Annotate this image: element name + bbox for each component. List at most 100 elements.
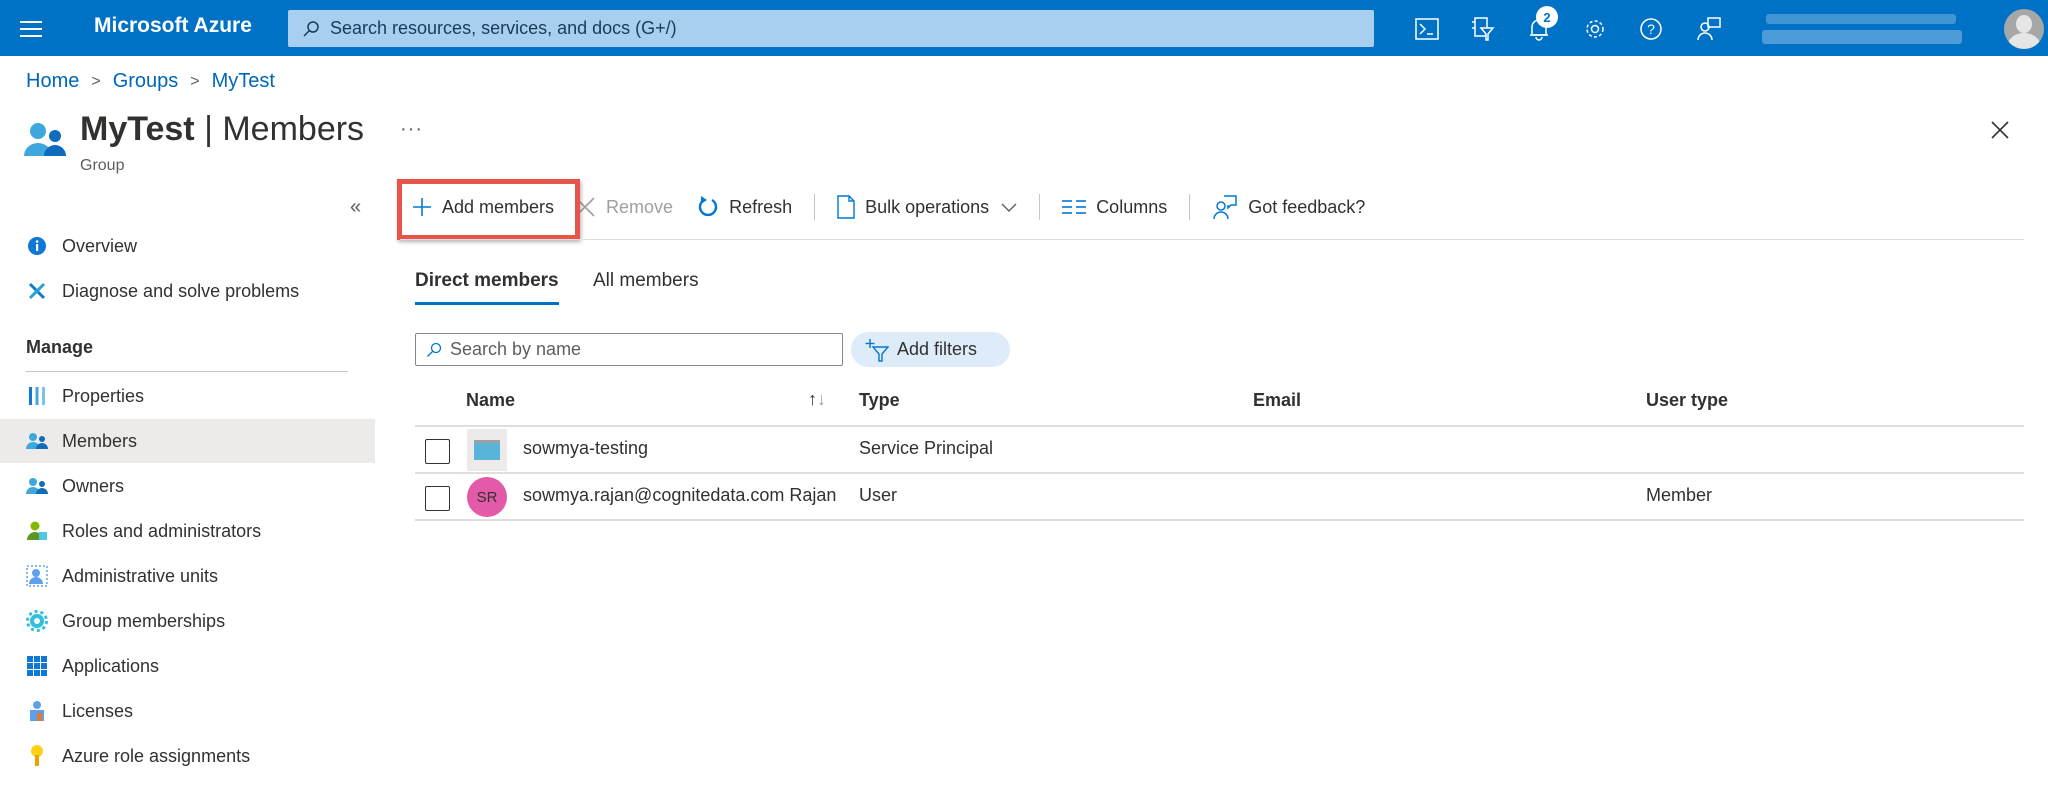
sort-icon[interactable]: ↑↓ [808, 389, 826, 410]
members-icon [26, 430, 48, 452]
admin-units-icon [26, 565, 48, 587]
column-header-user-type[interactable]: User type [1646, 390, 1728, 411]
sidebar-section-manage: Manage [26, 337, 94, 357]
breadcrumb-mytest[interactable]: MyTest [212, 70, 275, 93]
sidebar-item-label: Members [62, 430, 138, 451]
row-checkbox[interactable] [425, 486, 450, 511]
sidebar-item-label: Azure role assignments [62, 745, 251, 766]
feedback-icon[interactable] [1694, 14, 1724, 44]
member-name[interactable]: sowmya-testing [523, 438, 648, 459]
close-icon[interactable] [1988, 118, 2012, 142]
divider [26, 371, 348, 372]
cloud-shell-icon[interactable] [1412, 14, 1442, 44]
chevron-right-icon: > [190, 72, 200, 90]
service-principal-icon [467, 429, 507, 471]
licenses-icon [26, 700, 48, 722]
refresh-icon [697, 196, 719, 218]
sidebar-item-group-memberships[interactable]: Group memberships [0, 599, 375, 643]
columns-button[interactable]: Columns [1050, 185, 1179, 229]
roles-icon [26, 520, 48, 542]
applications-icon [26, 655, 48, 677]
sidebar-item-label: Administrative units [62, 565, 219, 586]
global-search-placeholder: Search resources, services, and docs (G+… [330, 18, 677, 38]
row-checkbox[interactable] [425, 439, 450, 464]
divider [1189, 194, 1191, 220]
account-avatar[interactable] [2004, 9, 2044, 49]
sidebar-item-applications[interactable]: Applications [0, 644, 375, 688]
collapse-sidebar-button[interactable]: « [350, 196, 361, 219]
breadcrumb: Home > Groups > MyTest [26, 70, 275, 93]
member-name[interactable]: sowmya.rajan@cognitedata.com Rajan [523, 485, 836, 506]
sidebar-item-overview[interactable]: Overview [0, 224, 375, 268]
add-filter-icon [865, 338, 889, 362]
directory-filter-icon[interactable] [1468, 14, 1498, 44]
feedback-icon [1212, 194, 1238, 220]
sidebar-item-licenses[interactable]: Licenses [0, 689, 375, 733]
chevron-down-icon [1001, 197, 1017, 218]
add-members-button[interactable]: Add members [400, 185, 566, 229]
remove-button[interactable]: Remove [562, 185, 685, 229]
divider [415, 519, 2024, 521]
table-row[interactable]: SR sowmya.rajan@cognitedata.com Rajan Us… [415, 474, 2024, 520]
user-avatar: SR [467, 477, 507, 517]
active-tab-indicator [415, 302, 559, 305]
tab-direct-members[interactable]: Direct members [415, 270, 559, 292]
sidebar-item-members[interactable]: Members [0, 419, 375, 463]
sidebar-item-label: Roles and administrators [62, 520, 262, 541]
refresh-button[interactable]: Refresh [685, 185, 804, 229]
sidebar-item-label: Properties [62, 385, 145, 406]
info-icon [26, 235, 48, 257]
member-type: User [859, 485, 898, 505]
brand-title[interactable]: Microsoft Azure [94, 14, 252, 38]
wrench-icon [26, 280, 48, 302]
account-info[interactable] [1762, 12, 1962, 48]
search-icon [427, 342, 442, 357]
sidebar-item-properties[interactable]: Properties [0, 374, 375, 418]
sidebar-item-admin-units[interactable]: Administrative units [0, 554, 375, 598]
notification-badge: 2 [1536, 6, 1558, 28]
tab-all-members[interactable]: All members [593, 270, 699, 292]
owners-icon [26, 475, 48, 497]
column-header-email[interactable]: Email [1253, 390, 1301, 411]
column-header-type[interactable]: Type [859, 390, 900, 411]
svg-text:?: ? [1647, 21, 1655, 37]
feedback-button[interactable]: Got feedback? [1200, 185, 1377, 229]
group-memberships-icon [26, 610, 48, 632]
sidebar-item-label: Diagnose and solve problems [62, 280, 300, 301]
settings-icon[interactable] [1580, 14, 1610, 44]
sidebar-item-label: Owners [62, 475, 125, 496]
group-icon [24, 122, 68, 158]
search-by-name-input[interactable] [450, 339, 830, 360]
menu-icon[interactable] [18, 16, 44, 40]
breadcrumb-groups[interactable]: Groups [113, 70, 179, 93]
more-options-button[interactable]: ··· [400, 118, 423, 141]
search-icon [303, 20, 319, 37]
sidebar-item-owners[interactable]: Owners [0, 464, 375, 508]
global-search-input[interactable]: Search resources, services, and docs (G+… [288, 10, 1374, 47]
sidebar-item-label: Licenses [62, 700, 134, 721]
bulk-operations-button[interactable]: Bulk operations [825, 185, 1029, 229]
page-subtitle: Group [80, 157, 125, 174]
breadcrumb-home[interactable]: Home [26, 70, 79, 93]
command-bar: Add members Remove Refresh Bulk operatio… [400, 176, 1377, 238]
chevron-right-icon: > [91, 72, 101, 90]
sidebar-item-azure-role-assignments[interactable]: Azure role assignments [0, 734, 375, 778]
columns-icon [1062, 199, 1087, 215]
member-user-type: Member [1646, 485, 1713, 505]
sidebar-item-diagnose[interactable]: Diagnose and solve problems [0, 269, 375, 313]
add-filters-button[interactable]: Add filters [851, 332, 1010, 367]
divider [1039, 194, 1041, 220]
divider [814, 194, 816, 220]
help-icon[interactable]: ? [1636, 14, 1666, 44]
search-by-name-field[interactable] [415, 333, 843, 366]
top-bar: Microsoft Azure Search resources, servic… [0, 0, 2048, 56]
plus-icon [412, 197, 432, 217]
sidebar-item-label: Overview [62, 235, 138, 256]
sidebar-item-roles[interactable]: Roles and administrators [0, 509, 375, 553]
column-header-name[interactable]: Name [466, 390, 515, 411]
page-title: MyTest | Members [80, 110, 365, 148]
key-icon [26, 745, 48, 767]
document-icon [837, 195, 855, 219]
divider [400, 239, 2024, 240]
table-row[interactable]: sowmya-testing Service Principal [415, 427, 2024, 473]
